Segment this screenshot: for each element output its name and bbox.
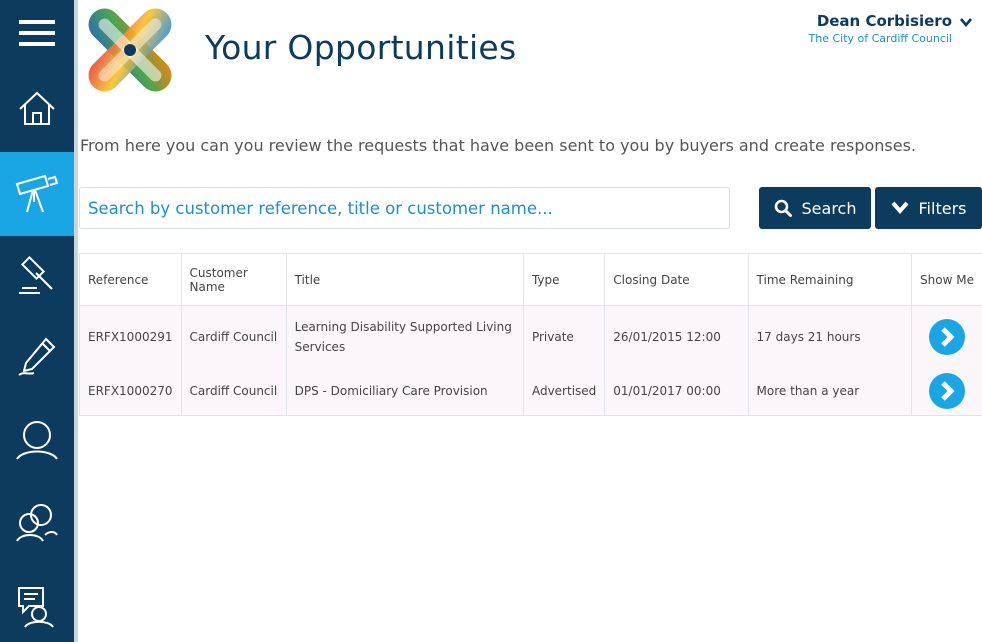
cell-time-remaining: More than a year	[748, 367, 913, 416]
chevron-down-icon[interactable]	[960, 18, 972, 27]
column-header-customer-name[interactable]: Customer Name	[181, 253, 287, 306]
show-me-button[interactable]	[929, 373, 966, 410]
sidebar-item-profile[interactable]	[0, 404, 74, 476]
pen-icon	[18, 337, 56, 376]
search-input[interactable]	[79, 187, 730, 229]
cell-customer: Cardiff Council	[181, 367, 287, 416]
sidebar-item-messages[interactable]	[0, 570, 74, 642]
users-icon	[16, 504, 58, 542]
search-button[interactable]: Search	[759, 187, 871, 229]
table-row: ERFX1000270 Cardiff Council DPS - Domici…	[79, 367, 982, 416]
table-row: ERFX1000291 Cardiff Council Learning Dis…	[79, 305, 982, 368]
chat-user-icon	[18, 587, 54, 628]
cell-reference: ERFX1000291	[79, 305, 182, 368]
menu-icon	[19, 20, 55, 46]
cell-type: Private	[523, 305, 606, 368]
sidebar-divider	[74, 0, 78, 642]
home-icon	[19, 91, 55, 125]
menu-button[interactable]	[0, 0, 74, 66]
column-header-type[interactable]: Type	[523, 253, 606, 306]
user-menu[interactable]: Dean Corbisiero The City of Cardiff Coun…	[809, 12, 953, 45]
column-header-closing-date[interactable]: Closing Date	[604, 253, 749, 306]
sidebar-item-auctions[interactable]	[0, 240, 74, 312]
sidebar-item-home[interactable]	[0, 72, 74, 144]
logo	[88, 8, 172, 92]
column-header-show-me: Show Me	[911, 253, 982, 306]
chevron-down-icon	[891, 201, 909, 215]
opportunities-table: Reference Customer Name Title Type Closi…	[79, 253, 982, 416]
intro-text: From here you can you review the request…	[80, 136, 917, 155]
cell-title: Learning Disability Supported Living Ser…	[286, 305, 524, 368]
search-button-label: Search	[801, 198, 857, 218]
cell-customer: Cardiff Council	[181, 305, 287, 368]
sidebar	[0, 0, 74, 642]
show-me-button[interactable]	[929, 318, 966, 355]
user-icon	[16, 421, 58, 460]
cell-closing-date: 26/01/2015 12:00	[604, 305, 749, 368]
user-organisation: The City of Cardiff Council	[808, 32, 953, 45]
cell-type: Advertised	[523, 367, 606, 416]
filters-button-label: Filters	[918, 198, 967, 218]
telescope-icon	[15, 174, 59, 213]
table-header-row: Reference Customer Name Title Type Closi…	[79, 253, 982, 306]
page-title: Your Opportunities	[205, 28, 517, 67]
sidebar-item-team[interactable]	[0, 486, 74, 558]
sidebar-item-opportunities[interactable]	[0, 152, 74, 236]
cell-closing-date: 01/01/2017 00:00	[604, 367, 749, 416]
column-header-time-remaining[interactable]: Time Remaining	[748, 253, 913, 306]
column-header-title[interactable]: Title	[286, 253, 524, 306]
cell-show-me	[911, 305, 982, 368]
filters-button[interactable]: Filters	[875, 187, 982, 229]
chevron-right-icon	[941, 326, 955, 347]
search-icon	[774, 199, 792, 217]
column-header-reference[interactable]: Reference	[79, 253, 182, 306]
cell-show-me	[911, 367, 982, 416]
cell-time-remaining: 17 days 21 hours	[748, 305, 913, 368]
gavel-icon	[19, 255, 53, 294]
sidebar-item-contracts[interactable]	[0, 320, 74, 392]
user-name: Dean Corbisiero	[816, 12, 952, 30]
cell-reference: ERFX1000270	[79, 367, 182, 416]
cell-title: DPS - Domiciliary Care Provision	[286, 367, 524, 416]
chevron-right-icon	[941, 381, 955, 402]
